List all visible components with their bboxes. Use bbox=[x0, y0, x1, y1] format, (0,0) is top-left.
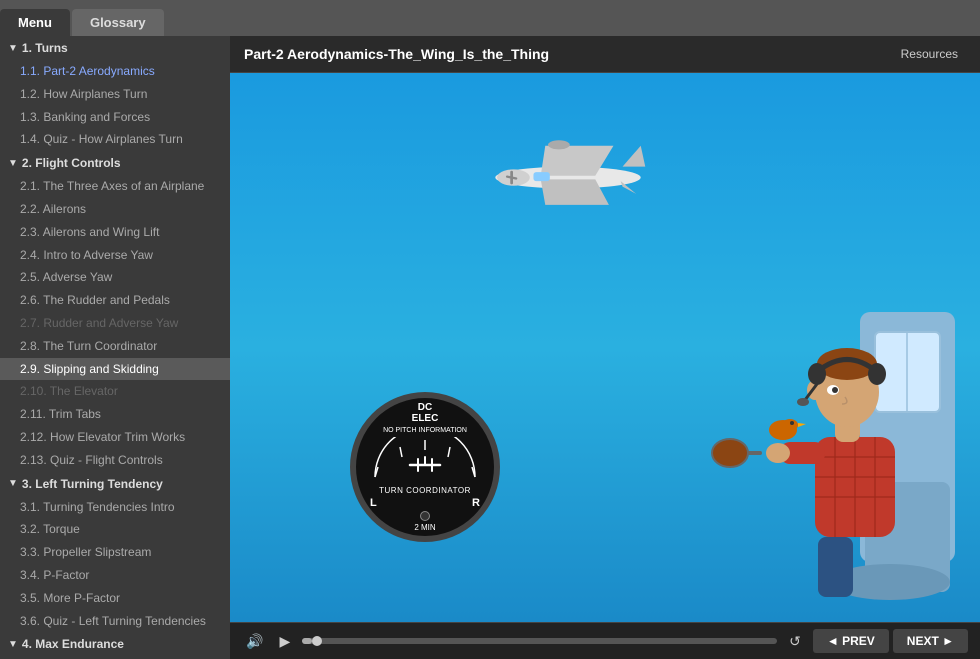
content-header: Part-2 Aerodynamics-The_Wing_Is_the_Thin… bbox=[230, 36, 980, 73]
sidebar-item-1-2[interactable]: 1.2. How Airplanes Turn bbox=[0, 83, 230, 106]
instrument-dc-label: DC bbox=[370, 402, 480, 413]
sidebar-item-2-4[interactable]: 2.4. Intro to Adverse Yaw bbox=[0, 244, 230, 267]
sidebar-item-3-3[interactable]: 3.3. Propeller Slipstream bbox=[0, 541, 230, 564]
sidebar-item-2-5[interactable]: 2.5. Adverse Yaw bbox=[0, 266, 230, 289]
progress-bar-fill bbox=[302, 638, 311, 644]
arrow-flight-controls: ▼ bbox=[8, 158, 18, 169]
sidebar-section-label-left-turning: 3. Left Turning Tendency bbox=[22, 477, 163, 491]
sidebar-section-label-turns: 1. Turns bbox=[22, 41, 68, 55]
sidebar-item-2-11[interactable]: 2.11. Trim Tabs bbox=[0, 403, 230, 426]
video-controls: 🔊 ▶ ↺ ◄ PREV NEXT ► bbox=[230, 622, 980, 659]
airplane-illustration bbox=[468, 128, 668, 221]
main-area: ▼ 1. Turns 1.1. Part-2 Aerodynamics 1.2.… bbox=[0, 36, 980, 659]
arrow-max-endurance: ▼ bbox=[8, 639, 18, 650]
sidebar-item-2-13[interactable]: 2.13. Quiz - Flight Controls bbox=[0, 449, 230, 472]
arrow-turns: ▼ bbox=[8, 43, 18, 54]
sidebar-item-2-1[interactable]: 2.1. The Three Axes of an Airplane bbox=[0, 175, 230, 198]
next-button[interactable]: NEXT ► bbox=[893, 629, 968, 653]
tab-glossary[interactable]: Glossary bbox=[72, 9, 164, 36]
instrument-no-pitch-label: NO PITCH INFORMATION bbox=[370, 427, 480, 434]
sidebar-section-left-turning: ▼ 3. Left Turning Tendency 3.1. Turning … bbox=[0, 472, 230, 633]
sidebar-section-label-flight-controls: 2. Flight Controls bbox=[22, 156, 121, 170]
sidebar-item-2-8[interactable]: 2.8. The Turn Coordinator bbox=[0, 335, 230, 358]
instrument-lr: L R bbox=[370, 497, 480, 509]
sidebar-item-2-3[interactable]: 2.3. Ailerons and Wing Lift bbox=[0, 221, 230, 244]
pilot-svg bbox=[670, 282, 970, 622]
instrument-r-label: R bbox=[472, 497, 480, 509]
instrument-elec-label: ELEC bbox=[370, 413, 480, 424]
sidebar-item-2-12[interactable]: 2.12. How Elevator Trim Works bbox=[0, 426, 230, 449]
sidebar-item-2-7[interactable]: 2.7. Rudder and Adverse Yaw bbox=[0, 312, 230, 335]
sidebar-item-3-2[interactable]: 3.2. Torque bbox=[0, 518, 230, 541]
sidebar-item-1-1[interactable]: 1.1. Part-2 Aerodynamics bbox=[0, 60, 230, 83]
volume-button[interactable]: 🔊 bbox=[242, 631, 267, 652]
instrument-2min-label: 2 MIN bbox=[370, 523, 480, 532]
sidebar-item-2-10[interactable]: 2.10. The Elevator bbox=[0, 380, 230, 403]
content-title: Part-2 Aerodynamics-The_Wing_Is_the_Thin… bbox=[244, 46, 549, 62]
top-tabs: Menu Glossary bbox=[0, 0, 980, 36]
sidebar-item-2-9[interactable]: 2.9. Slipping and Skidding bbox=[0, 358, 230, 381]
prev-button[interactable]: ◄ PREV bbox=[813, 629, 889, 653]
resources-button[interactable]: Resources bbox=[893, 44, 966, 64]
sidebar-section-header-turns[interactable]: ▼ 1. Turns bbox=[0, 36, 230, 60]
instrument-ball bbox=[420, 511, 430, 521]
arrow-left-turning: ▼ bbox=[8, 478, 18, 489]
progress-bar[interactable] bbox=[302, 638, 777, 644]
sidebar-item-2-2[interactable]: 2.2. Ailerons bbox=[0, 198, 230, 221]
sidebar-item-3-5[interactable]: 3.5. More P-Factor bbox=[0, 587, 230, 610]
sidebar-section-label-max-endurance: 4. Max Endurance bbox=[22, 637, 124, 651]
sidebar: ▼ 1. Turns 1.1. Part-2 Aerodynamics 1.2.… bbox=[0, 36, 230, 659]
sidebar-section-header-max-endurance[interactable]: ▼ 4. Max Endurance bbox=[0, 632, 230, 656]
video-area: DC ELEC NO PITCH INFORMATION bbox=[230, 73, 980, 622]
sidebar-item-3-1[interactable]: 3.1. Turning Tendencies Intro bbox=[0, 496, 230, 519]
sidebar-section-header-left-turning[interactable]: ▼ 3. Left Turning Tendency bbox=[0, 472, 230, 496]
sidebar-item-3-6[interactable]: 3.6. Quiz - Left Turning Tendencies bbox=[0, 610, 230, 633]
sidebar-item-2-6[interactable]: 2.6. The Rudder and Pedals bbox=[0, 289, 230, 312]
instrument-l-label: L bbox=[370, 497, 377, 509]
scene: DC ELEC NO PITCH INFORMATION bbox=[230, 73, 980, 622]
turn-coordinator-instrument: DC ELEC NO PITCH INFORMATION bbox=[350, 392, 500, 542]
sidebar-section-turns: ▼ 1. Turns 1.1. Part-2 Aerodynamics 1.2.… bbox=[0, 36, 230, 151]
instrument-outer: DC ELEC NO PITCH INFORMATION bbox=[350, 392, 500, 542]
instrument-arc-svg bbox=[370, 437, 480, 482]
pilot-illustration bbox=[670, 282, 970, 622]
nav-buttons: ◄ PREV NEXT ► bbox=[813, 629, 968, 653]
tab-menu[interactable]: Menu bbox=[0, 9, 70, 36]
sidebar-section-header-flight-controls[interactable]: ▼ 2. Flight Controls bbox=[0, 151, 230, 175]
sidebar-item-3-4[interactable]: 3.4. P-Factor bbox=[0, 564, 230, 587]
progress-handle[interactable] bbox=[312, 636, 322, 646]
reload-button[interactable]: ↺ bbox=[785, 631, 805, 652]
sidebar-item-1-3[interactable]: 1.3. Banking and Forces bbox=[0, 106, 230, 129]
content-area: Part-2 Aerodynamics-The_Wing_Is_the_Thin… bbox=[230, 36, 980, 659]
sidebar-item-1-4[interactable]: 1.4. Quiz - How Airplanes Turn bbox=[0, 128, 230, 151]
airplane-svg bbox=[468, 128, 668, 218]
instrument-tc-label: TURN COORDINATOR bbox=[370, 486, 480, 495]
instrument-inner: DC ELEC NO PITCH INFORMATION bbox=[370, 402, 480, 532]
sidebar-section-flight-controls: ▼ 2. Flight Controls 2.1. The Three Axes… bbox=[0, 151, 230, 471]
play-button[interactable]: ▶ bbox=[275, 631, 294, 652]
sidebar-section-max-endurance: ▼ 4. Max Endurance 4.1. Introduction 4.2… bbox=[0, 632, 230, 659]
app-container: Menu Glossary ▼ 1. Turns 1.1. Part-2 Aer… bbox=[0, 0, 980, 659]
